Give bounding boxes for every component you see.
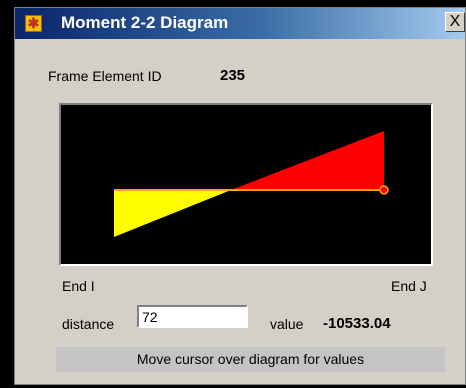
end-j-label: End J [391,278,427,294]
moment-diagram-svg[interactable] [61,105,431,264]
window-title: Moment 2-2 Diagram [61,13,229,32]
negative-moment-region [114,190,231,237]
moment-diagram-window: ✱ Moment 2-2 Diagram X Frame Element ID … [14,7,466,385]
end-i-label: End I [62,278,95,294]
close-button[interactable]: X [445,12,465,32]
moment-value: -10533.04 [323,315,391,332]
status-message: Move cursor over diagram for values [56,347,445,372]
value-label: value [270,316,304,332]
distance-label: distance [62,316,115,332]
cursor-marker [379,185,389,195]
positive-moment-region [231,131,384,190]
frame-element-id-label: Frame Element ID [48,68,162,84]
moment-diagram-canvas[interactable] [59,103,433,266]
distance-input[interactable] [137,305,248,328]
title-bar[interactable]: ✱ Moment 2-2 Diagram X [15,8,465,39]
app-icon: ✱ [25,15,42,32]
frame-element-id-value: 235 [220,67,246,84]
